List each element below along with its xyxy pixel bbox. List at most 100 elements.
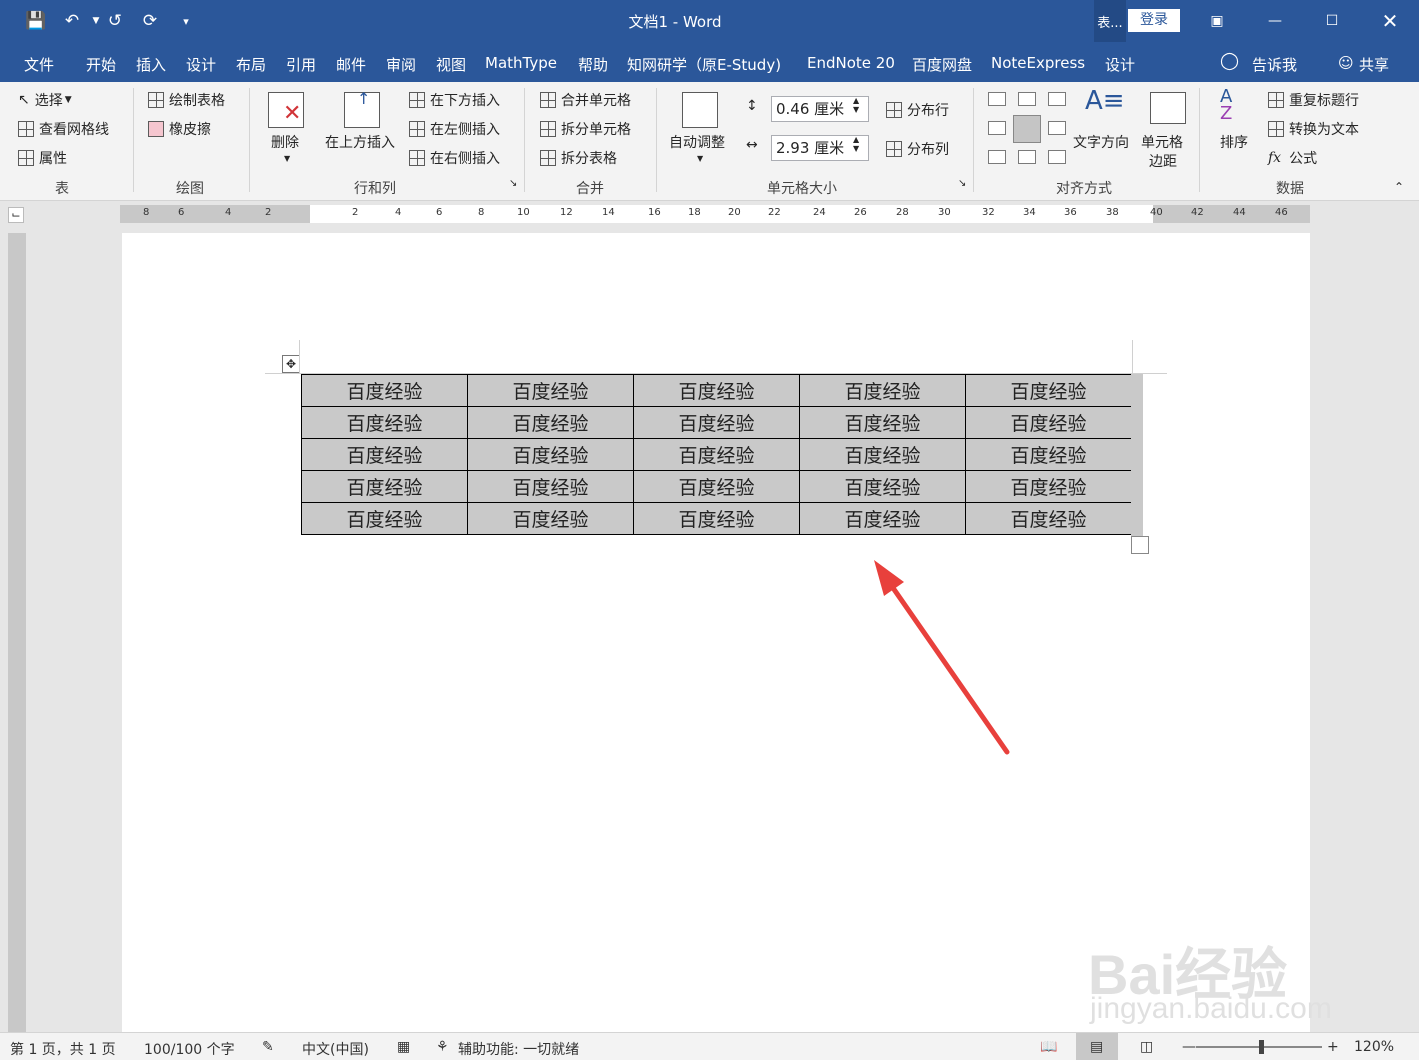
- split-table-button[interactable]: 拆分表格: [540, 148, 617, 168]
- document-table[interactable]: 百度经验 百度经验 百度经验 百度经验 百度经验 百度经验 百度经验 百度经验 百度经验 百度经验…: [301, 374, 1132, 535]
- table-cell[interactable]: 百度经验: [965, 406, 1132, 439]
- print-layout-icon[interactable]: ▤: [1090, 1039, 1103, 1055]
- table-cell[interactable]: 百度经验: [799, 406, 966, 439]
- sort-button[interactable]: 排序: [1220, 132, 1248, 152]
- tab-noteexpress[interactable]: NoteExpress: [991, 54, 1085, 72]
- row-height-spinner[interactable]: ▲ ▼: [853, 96, 859, 114]
- insert-right-button[interactable]: 在右侧插入: [409, 148, 500, 168]
- table-cell[interactable]: 百度经验: [633, 374, 800, 407]
- table-cell[interactable]: 百度经验: [633, 470, 800, 503]
- tab-home[interactable]: 开始: [86, 54, 116, 75]
- autofit-icon[interactable]: [682, 92, 718, 128]
- table-cell[interactable]: 百度经验: [467, 502, 634, 535]
- close-icon[interactable]: ✕: [1361, 0, 1419, 42]
- tab-mathtype[interactable]: MathType: [485, 54, 557, 72]
- convert-to-text-button[interactable]: 转换为文本: [1268, 119, 1359, 139]
- table-cell[interactable]: 百度经验: [301, 406, 468, 439]
- tab-references[interactable]: 引用: [286, 54, 316, 75]
- table-cell[interactable]: 百度经验: [467, 438, 634, 471]
- table-cell[interactable]: 百度经验: [301, 470, 468, 503]
- table-cell[interactable]: 百度经验: [965, 502, 1132, 535]
- tab-layout[interactable]: 布局: [236, 54, 266, 75]
- table-row[interactable]: 百度经验 百度经验 百度经验 百度经验 百度经验: [301, 502, 1132, 535]
- delete-dropdown-icon[interactable]: ▼: [284, 154, 290, 163]
- repeat-header-button[interactable]: 重复标题行: [1268, 90, 1359, 110]
- zoom-level[interactable]: 120%: [1354, 1039, 1394, 1055]
- zoom-out-icon[interactable]: —: [1182, 1039, 1196, 1055]
- tab-view[interactable]: 视图: [436, 54, 466, 75]
- tab-endnote[interactable]: EndNote 20: [807, 54, 895, 72]
- delete-button[interactable]: 删除: [271, 132, 299, 152]
- sort-icon[interactable]: AZ: [1220, 88, 1232, 123]
- dialog-launcher-icon[interactable]: ↘: [509, 178, 517, 189]
- table-cell[interactable]: 百度经验: [799, 470, 966, 503]
- cell-margins-icon[interactable]: [1150, 92, 1186, 124]
- zoom-in-icon[interactable]: +: [1327, 1039, 1339, 1055]
- eraser-button[interactable]: 橡皮擦: [148, 119, 211, 139]
- table-cell[interactable]: 百度经验: [301, 374, 468, 407]
- accessibility-icon[interactable]: ⚘: [436, 1039, 449, 1055]
- align-bottom-center-icon[interactable]: [1018, 150, 1036, 164]
- login-button[interactable]: 登录: [1128, 9, 1180, 32]
- view-gridlines-button[interactable]: 查看网格线: [18, 119, 109, 139]
- table-row[interactable]: 百度经验 百度经验 百度经验 百度经验 百度经验: [301, 406, 1132, 439]
- table-row[interactable]: 百度经验 百度经验 百度经验 百度经验 百度经验: [301, 470, 1132, 503]
- autofit-button[interactable]: 自动调整: [669, 132, 725, 152]
- split-cells-button[interactable]: 拆分单元格: [540, 119, 631, 139]
- read-mode-icon[interactable]: 📖: [1040, 1039, 1057, 1055]
- delete-table-icon[interactable]: ✕: [268, 92, 304, 128]
- table-cell[interactable]: 百度经验: [799, 438, 966, 471]
- distribute-rows-button[interactable]: 分布行: [886, 100, 949, 120]
- tab-file[interactable]: 文件: [24, 54, 54, 75]
- tab-insert[interactable]: 插入: [136, 54, 166, 75]
- insert-left-button[interactable]: 在左侧插入: [409, 119, 500, 139]
- tab-table-design[interactable]: 设计: [1105, 54, 1135, 75]
- macro-icon[interactable]: ▦: [397, 1039, 410, 1055]
- table-resize-handle[interactable]: [1131, 536, 1149, 554]
- insert-below-button[interactable]: 在下方插入: [409, 90, 500, 110]
- formula-button[interactable]: fx 公式: [1268, 148, 1317, 168]
- table-cell[interactable]: 百度经验: [467, 470, 634, 503]
- merge-cells-button[interactable]: 合并单元格: [540, 90, 631, 110]
- autofit-dropdown-icon[interactable]: ▼: [697, 154, 703, 163]
- text-direction-button[interactable]: 文字方向: [1073, 132, 1129, 152]
- horizontal-ruler[interactable]: 8 6 4 2 2 4 6 8 10 12 14 16 18 20 22 24 26 28 30 32 34 36 38 40…: [120, 205, 1310, 223]
- insert-above-icon[interactable]: ↑: [344, 89, 380, 128]
- align-top-left-icon[interactable]: [988, 92, 1006, 106]
- dialog-launcher-icon[interactable]: ↘: [958, 178, 966, 189]
- align-middle-right-icon[interactable]: [1048, 121, 1066, 135]
- align-middle-left-icon[interactable]: [988, 121, 1006, 135]
- select-button[interactable]: ↖ 选择 ▼: [18, 90, 72, 110]
- align-middle-center-icon[interactable]: [1013, 115, 1041, 143]
- table-row[interactable]: 百度经验 百度经验 百度经验 百度经验 百度经验: [301, 374, 1132, 407]
- align-top-right-icon[interactable]: [1048, 92, 1066, 106]
- tab-design[interactable]: 设计: [186, 54, 216, 75]
- maximize-icon[interactable]: ☐: [1303, 0, 1361, 42]
- proofing-icon[interactable]: ✎: [262, 1039, 274, 1055]
- language-indicator[interactable]: 中文(中国): [302, 1039, 369, 1059]
- tab-cnki[interactable]: 知网研学（原E-Study): [627, 54, 781, 75]
- insert-above-button[interactable]: 在上方插入: [325, 132, 395, 152]
- align-bottom-right-icon[interactable]: [1048, 150, 1066, 164]
- page-count[interactable]: 第 1 页，共 1 页: [10, 1039, 116, 1059]
- table-cell[interactable]: 百度经验: [965, 374, 1132, 407]
- table-cell[interactable]: 百度经验: [301, 438, 468, 471]
- tab-review[interactable]: 审阅: [386, 54, 416, 75]
- ribbon-display-icon[interactable]: ▣: [1188, 0, 1246, 42]
- word-count[interactable]: 100/100 个字: [144, 1039, 235, 1059]
- properties-button[interactable]: 属性: [18, 148, 67, 168]
- table-cell[interactable]: 百度经验: [633, 406, 800, 439]
- draw-table-button[interactable]: 绘制表格: [148, 90, 225, 110]
- table-row[interactable]: 百度经验 百度经验 百度经验 百度经验 百度经验: [301, 438, 1132, 471]
- table-cell[interactable]: 百度经验: [799, 374, 966, 407]
- table-cell[interactable]: 百度经验: [633, 438, 800, 471]
- zoom-slider-thumb[interactable]: [1259, 1040, 1264, 1054]
- align-bottom-left-icon[interactable]: [988, 150, 1006, 164]
- table-cell[interactable]: 百度经验: [799, 502, 966, 535]
- accessibility-status[interactable]: 辅助功能: 一切就绪: [458, 1039, 579, 1059]
- tab-mailings[interactable]: 邮件: [336, 54, 366, 75]
- table-cell[interactable]: 百度经验: [633, 502, 800, 535]
- tab-baidu-netdisk[interactable]: 百度网盘: [912, 54, 972, 75]
- cell-margins-button[interactable]: 单元格: [1141, 132, 1183, 152]
- table-cell[interactable]: 百度经验: [467, 374, 634, 407]
